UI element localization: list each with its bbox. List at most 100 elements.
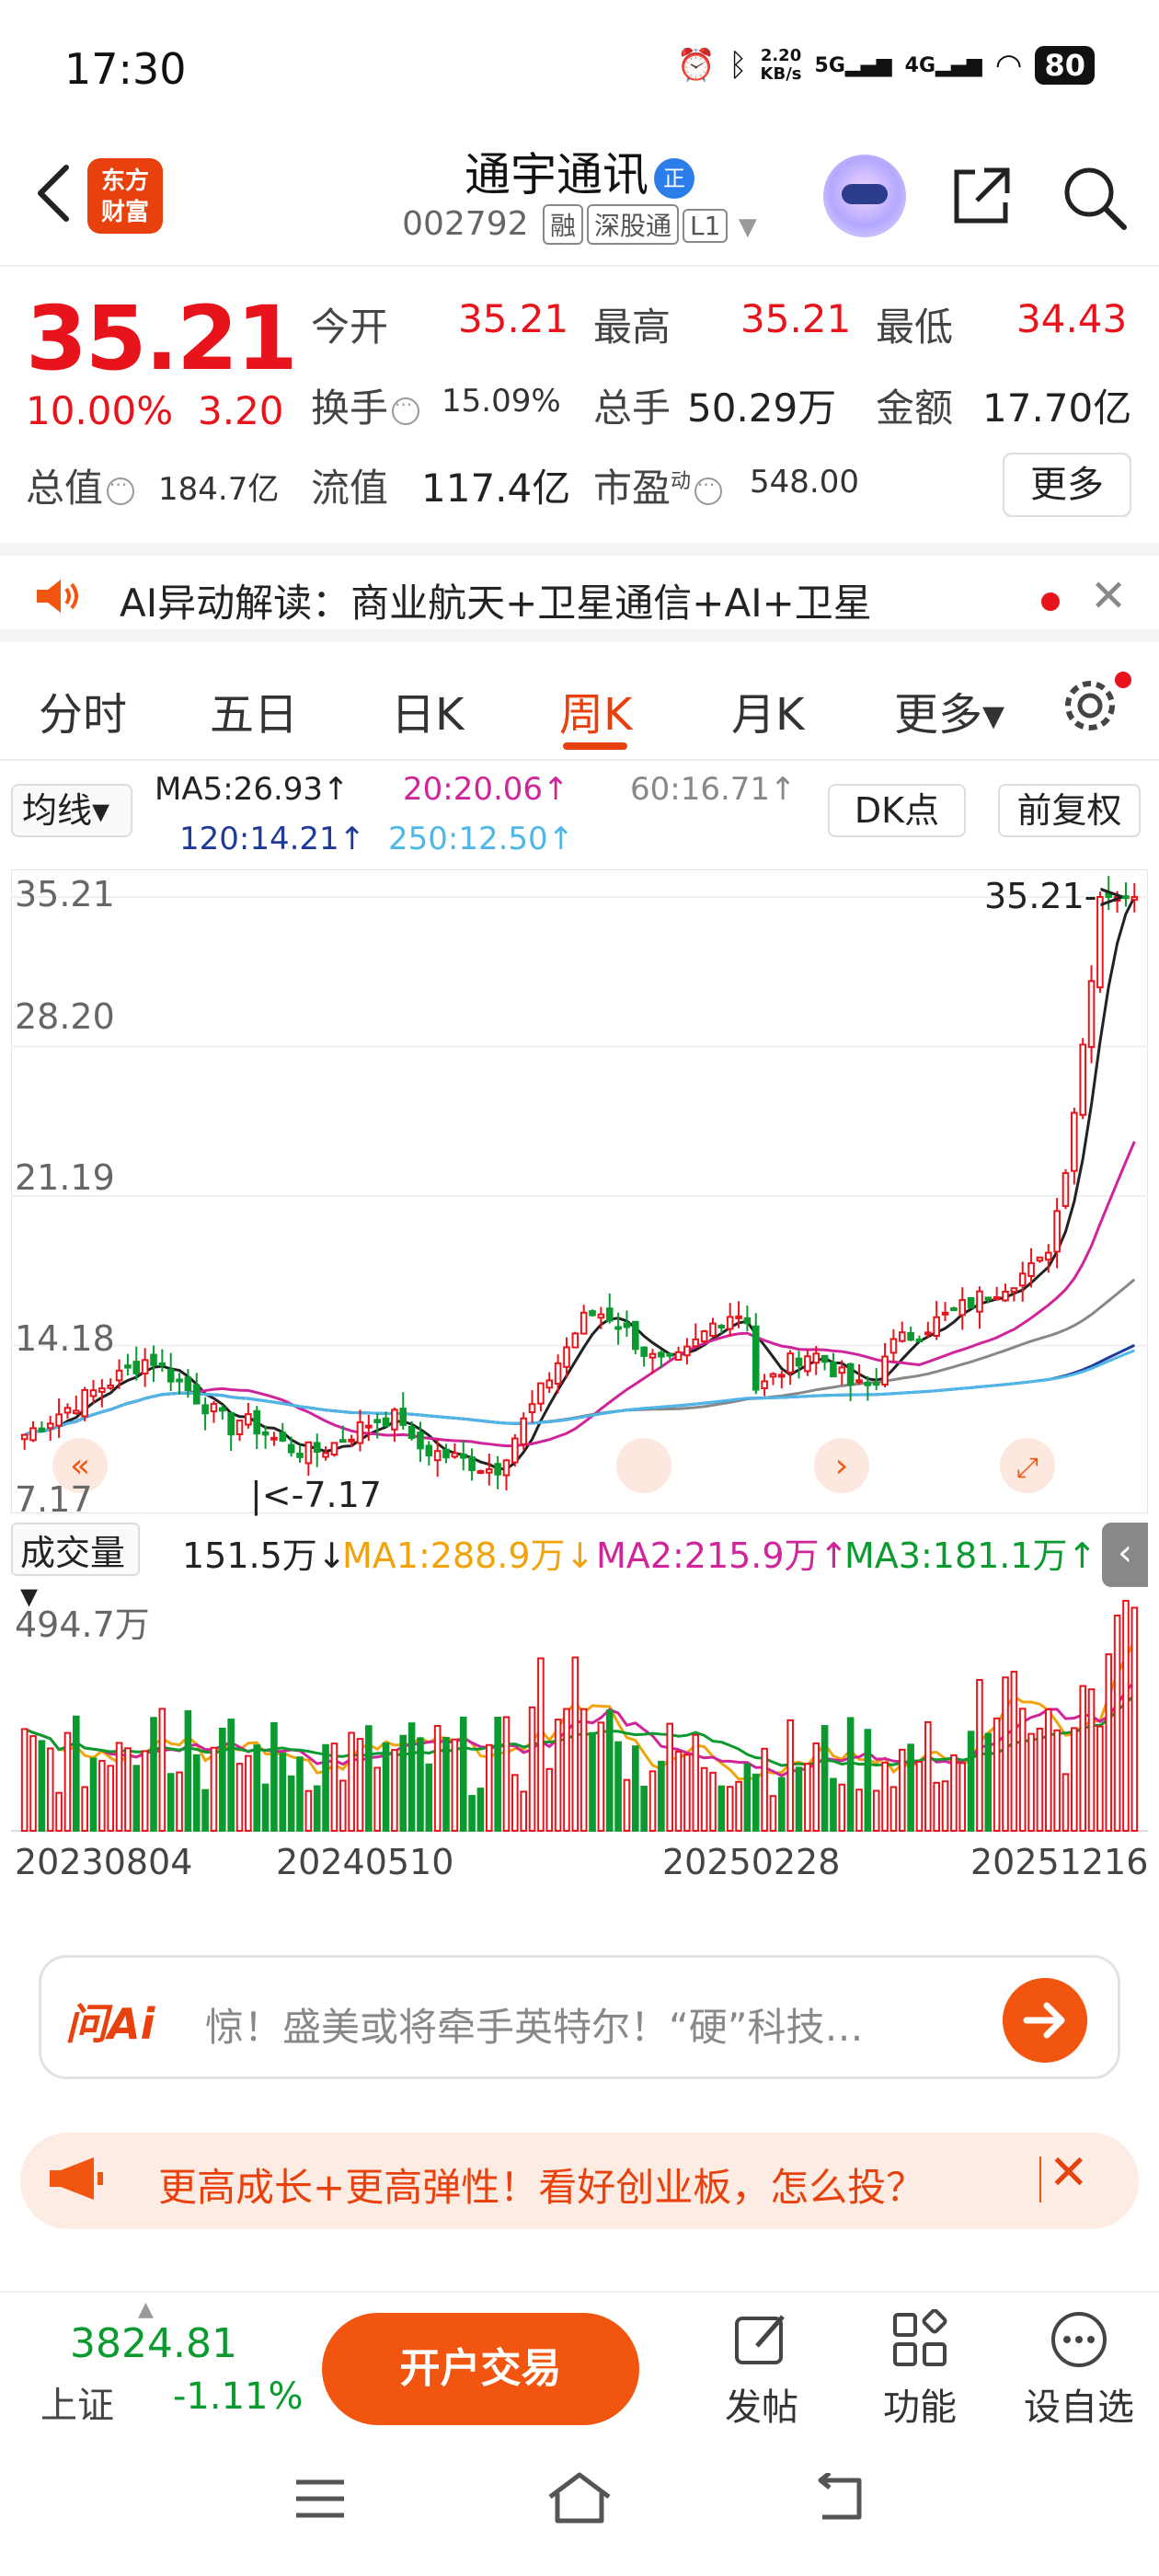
- arrow-right-icon[interactable]: [1003, 1978, 1087, 2063]
- index-change[interactable]: -1.11%: [173, 2375, 304, 2418]
- volume-bar: [855, 1788, 863, 1832]
- period-tabs: 分时 五日 日K 周K 月K 更多▾: [0, 655, 1159, 761]
- tab-daily-k[interactable]: 日K: [391, 678, 464, 742]
- candle: [761, 1380, 768, 1389]
- candle: [735, 1315, 742, 1319]
- info-icon[interactable]: [107, 474, 135, 505]
- ai-banner-text: AI异动解读：商业航天+卫星通信+AI+卫星: [120, 581, 872, 626]
- volume-bar: [1036, 1727, 1044, 1832]
- gear-icon[interactable]: [1058, 673, 1122, 738]
- volume-bar: [261, 1783, 270, 1832]
- ai-assistant-icon[interactable]: [823, 155, 906, 237]
- add-watchlist-button[interactable]: 设自选: [1019, 2309, 1139, 2431]
- volume-bar: [872, 1789, 880, 1832]
- candle: [192, 1384, 201, 1405]
- more-button[interactable]: 更多: [1003, 453, 1131, 517]
- pe-label: 市盈动: [593, 457, 726, 513]
- tab-weekly-k[interactable]: 周K: [559, 678, 632, 742]
- candle: [270, 1436, 278, 1441]
- menu-icon[interactable]: [293, 2475, 348, 2523]
- volume-bar: [502, 1716, 511, 1833]
- candle: [1071, 1111, 1078, 1172]
- index-value[interactable]: 3824.81: [70, 2320, 237, 2367]
- candle: [382, 1417, 390, 1427]
- volume-bar: [597, 1721, 605, 1832]
- volume-bar: [485, 1743, 493, 1832]
- volume-bar: [1071, 1727, 1078, 1832]
- candle: [425, 1444, 433, 1457]
- functions-button[interactable]: 功能: [860, 2309, 980, 2431]
- candle: [623, 1322, 631, 1328]
- volume-bar: [941, 1780, 949, 1832]
- kline-chart[interactable]: « › ⤢: [11, 869, 1148, 1513]
- share-icon[interactable]: [947, 161, 1016, 230]
- tab-intraday[interactable]: 分时: [39, 678, 127, 742]
- volume-bar: [115, 1742, 123, 1832]
- volume-max-label: 494.7万: [15, 1604, 150, 1645]
- candle: [261, 1431, 270, 1436]
- chevron-down-icon[interactable]: ▼: [739, 213, 757, 241]
- header: 东方 财富 通宇通讯正 002792 融深股通 L1 ▼: [0, 138, 1159, 267]
- tab-five-day[interactable]: 五日: [210, 678, 298, 742]
- close-icon[interactable]: ✕: [1049, 2145, 1089, 2201]
- zoom-out-icon[interactable]: [616, 1438, 671, 1493]
- candle: [166, 1368, 175, 1383]
- ai-ask-bar[interactable]: 问Ai 惊！盛美或将牵手英特尔！“硬”科技…: [39, 1955, 1120, 2079]
- tab-more[interactable]: 更多▾: [894, 678, 1004, 742]
- volume-bar: [235, 1763, 244, 1833]
- home-icon[interactable]: [545, 2469, 614, 2526]
- candle: [658, 1351, 665, 1358]
- open-account-button[interactable]: 开户交易: [322, 2313, 639, 2425]
- svg-text:⤢: ⤢: [1016, 1452, 1039, 1484]
- volume-bar: [881, 1761, 889, 1832]
- ai-banner[interactable]: AI异动解读：商业航天+卫星通信+AI+卫星 ✕: [0, 543, 1159, 642]
- candle: [1036, 1256, 1044, 1262]
- info-icon[interactable]: [392, 394, 420, 425]
- volume-bar: [1002, 1676, 1009, 1832]
- adjust-button[interactable]: 前复权: [998, 784, 1141, 837]
- candle: [107, 1384, 115, 1389]
- ma20-value: 20:20.06↑: [403, 771, 569, 808]
- volume-bar: [20, 1728, 29, 1832]
- promo-banner[interactable]: 更高成长+更高弹性！看好创业板，怎么投？ ✕: [20, 2133, 1139, 2229]
- dk-point-button[interactable]: DK点: [828, 784, 966, 837]
- indicator-select[interactable]: 均线▾: [11, 784, 132, 837]
- index-name[interactable]: 上证: [40, 2375, 114, 2429]
- volume-bar: [984, 1732, 993, 1832]
- volume-bar: [425, 1763, 433, 1832]
- tab-monthly-k[interactable]: 月K: [731, 678, 804, 742]
- info-icon[interactable]: [694, 474, 723, 505]
- volume-bar: [201, 1788, 209, 1833]
- volume-bar: [571, 1656, 580, 1832]
- candle: [674, 1351, 683, 1362]
- volume-indicator-select[interactable]: 成交量▾: [11, 1523, 140, 1616]
- post-button[interactable]: 发帖: [702, 2309, 821, 2431]
- volume-bar: [365, 1725, 373, 1832]
- candle: [889, 1338, 898, 1354]
- search-icon[interactable]: [1058, 161, 1130, 233]
- volume-bar: [391, 1749, 398, 1832]
- megaphone-icon: [50, 2157, 103, 2200]
- volume-bar: [563, 1708, 570, 1832]
- back-nav-icon[interactable]: [809, 2473, 868, 2524]
- high-label: 最高: [593, 305, 671, 350]
- candle: [976, 1290, 983, 1313]
- volume-bar: [752, 1773, 760, 1832]
- candle: [1087, 980, 1096, 1049]
- float-label: 流值: [311, 466, 389, 511]
- candle: [804, 1355, 811, 1373]
- expand-up-icon[interactable]: ▲: [138, 2298, 154, 2321]
- candle: [950, 1307, 958, 1312]
- candle: [1027, 1262, 1035, 1278]
- edit-icon: [735, 2315, 785, 2364]
- candle: [1130, 896, 1139, 901]
- vol-ma3: MA3:181.1万↑: [844, 1535, 1097, 1576]
- volume-bar: [494, 1717, 501, 1832]
- collapse-icon[interactable]: ‹: [1102, 1523, 1148, 1587]
- volume-bar: [700, 1766, 708, 1832]
- candle: [726, 1316, 734, 1330]
- close-icon[interactable]: ✕: [1090, 570, 1127, 622]
- candle: [554, 1362, 562, 1386]
- volume-bar: [141, 1750, 149, 1832]
- candle: [494, 1463, 501, 1476]
